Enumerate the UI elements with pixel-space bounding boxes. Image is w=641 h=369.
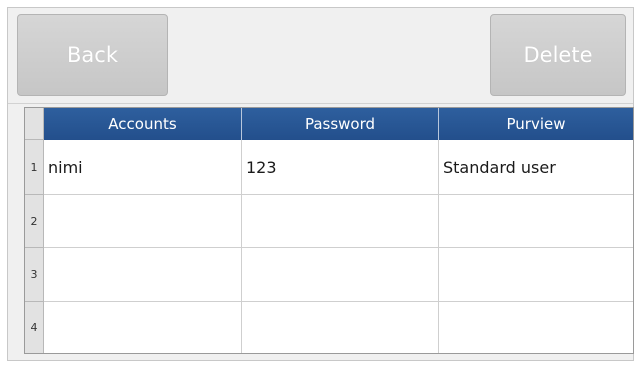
password-cell[interactable] [242, 302, 439, 353]
row-number[interactable]: 3 [25, 248, 44, 302]
password-cell[interactable] [242, 248, 439, 302]
column-header-purview[interactable]: Purview [439, 108, 633, 140]
account-cell[interactable] [44, 302, 242, 353]
row-number[interactable]: 1 [25, 140, 44, 195]
password-cell[interactable]: 123 [242, 140, 439, 195]
account-cell[interactable]: nimi [44, 140, 242, 195]
row-number[interactable]: 2 [25, 195, 44, 248]
toolbar-divider [8, 103, 633, 104]
row-number[interactable]: 4 [25, 302, 44, 353]
back-button[interactable]: Back [17, 14, 168, 96]
delete-button[interactable]: Delete [490, 14, 626, 96]
table-corner-cell [25, 108, 44, 140]
purview-cell[interactable] [439, 302, 633, 353]
account-cell[interactable] [44, 195, 242, 248]
purview-cell[interactable] [439, 195, 633, 248]
password-cell[interactable] [242, 195, 439, 248]
purview-cell[interactable]: Standard user [439, 140, 633, 195]
purview-cell[interactable] [439, 248, 633, 302]
column-header-accounts[interactable]: Accounts [44, 108, 242, 140]
account-management-panel: Back Delete Accounts Password Purview 1 … [7, 7, 634, 361]
account-cell[interactable] [44, 248, 242, 302]
column-header-password[interactable]: Password [242, 108, 439, 140]
accounts-table: Accounts Password Purview 1 nimi 123 Sta… [24, 107, 634, 354]
